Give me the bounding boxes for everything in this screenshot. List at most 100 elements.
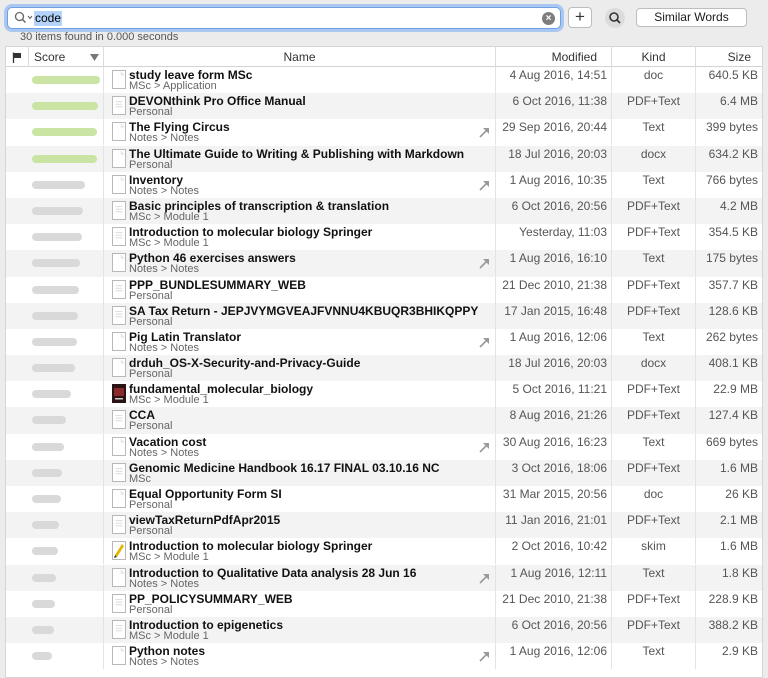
item-location: Personal: [129, 603, 173, 616]
column-header-score[interactable]: Score: [29, 47, 104, 67]
search-field[interactable]: code ×: [7, 7, 561, 29]
table-row[interactable]: drduh_OS-X-Security-and-Privacy-Guide Per…: [6, 355, 762, 382]
table-row[interactable]: Introduction to epigenetics MSc > Module …: [6, 616, 762, 644]
item-title[interactable]: The Ultimate Guide to Writing & Publishi…: [129, 147, 464, 161]
flag-cell[interactable]: [6, 303, 29, 329]
flag-cell[interactable]: [6, 643, 29, 669]
flag-cell[interactable]: [6, 172, 29, 198]
table-row[interactable]: PP_POLICYSUMMARY_WEB Personal 21 Dec 2010,…: [6, 590, 762, 617]
flag-cell[interactable]: [6, 565, 29, 591]
size-cell: 4.2 MB: [719, 198, 758, 213]
table-row[interactable]: viewTaxReturnPdfApr2015 Personal 11 Jan 20…: [6, 512, 762, 539]
name-cell[interactable]: Introduction to epigenetics MSc > Module …: [104, 616, 496, 643]
flag-cell[interactable]: [6, 224, 29, 250]
name-cell[interactable]: Introduction to molecular biology Spring…: [104, 538, 496, 565]
modified-cell: 1 Aug 2016, 10:35: [496, 171, 612, 198]
table-row[interactable]: Python notes Notes > Notes 1 Aug 2016, 12:…: [6, 643, 762, 670]
name-cell[interactable]: The Ultimate Guide to Writing & Publishi…: [104, 145, 496, 172]
score-cell: [29, 538, 104, 565]
flag-cell[interactable]: [6, 460, 29, 486]
table-row[interactable]: The Ultimate Guide to Writing & Publishi…: [6, 145, 762, 172]
flag-cell[interactable]: [6, 146, 29, 172]
kind-cell: PDF+Text: [612, 459, 696, 486]
table-row[interactable]: Introduction to molecular biology Spring…: [6, 538, 762, 565]
table-row[interactable]: Python 46 exercises answers Notes > Notes…: [6, 250, 762, 277]
table-row[interactable]: DEVONthink Pro Office Manual Personal 6 Oc…: [6, 93, 762, 120]
item-title[interactable]: Genomic Medicine Handbook 16.17 FINAL 03…: [129, 461, 440, 475]
table-row[interactable]: The Flying Circus Notes > Notes 29 Sep 201…: [6, 119, 762, 146]
column-header-kind[interactable]: Kind: [612, 47, 696, 67]
pdf-icon: [112, 96, 126, 116]
name-cell[interactable]: Pig Latin Translator Notes > Notes: [104, 328, 496, 355]
table-row[interactable]: PPP_BUNDLESUMMARY_WEB Personal 21 Dec 2010…: [6, 276, 762, 303]
size-cell: 1.6 MB: [719, 460, 758, 475]
name-cell[interactable]: Introduction to Qualitative Data analysi…: [104, 564, 496, 591]
search-icon[interactable]: [14, 11, 36, 25]
add-search-button[interactable]: +: [568, 7, 592, 28]
table-row[interactable]: fundamental_molecular_biology MSc > Modul…: [6, 381, 762, 408]
find-button[interactable]: [605, 8, 625, 28]
flag-cell[interactable]: [6, 119, 29, 145]
flag-cell[interactable]: [6, 250, 29, 276]
table-row[interactable]: Basic principles of transcription & tran…: [6, 197, 762, 225]
search-query-text[interactable]: code: [34, 11, 63, 26]
table-row[interactable]: Introduction to molecular biology Spring…: [6, 224, 762, 251]
flag-cell[interactable]: [6, 538, 29, 564]
column-header-size[interactable]: Size: [696, 47, 762, 67]
name-cell[interactable]: fundamental_molecular_biology MSc > Modul…: [104, 381, 496, 408]
flag-cell[interactable]: [6, 591, 29, 617]
flag-cell[interactable]: [6, 617, 29, 643]
name-cell[interactable]: Introduction to molecular biology Spring…: [104, 224, 496, 251]
name-cell[interactable]: PPP_BUNDLESUMMARY_WEB Personal: [104, 276, 496, 303]
name-cell[interactable]: CCA Personal: [104, 407, 496, 434]
name-cell[interactable]: The Flying Circus Notes > Notes: [104, 119, 496, 146]
score-cell: [29, 276, 104, 303]
column-header-modified[interactable]: Modified: [496, 47, 612, 67]
name-cell[interactable]: study leave form MSc MSc > Application: [104, 67, 496, 93]
flag-cell[interactable]: [6, 93, 29, 119]
table-row[interactable]: Introduction to Qualitative Data analysi…: [6, 564, 762, 591]
table-row[interactable]: CCA Personal 8 Aug 2016, 21:26 PDF+Text 127.…: [6, 407, 762, 434]
table-row[interactable]: Pig Latin Translator Notes > Notes 1 Aug 2…: [6, 328, 762, 355]
table-row[interactable]: Vacation cost Notes > Notes 30 Aug 2016, 1…: [6, 433, 762, 460]
name-cell[interactable]: Python notes Notes > Notes: [104, 643, 496, 670]
name-cell[interactable]: viewTaxReturnPdfApr2015 Personal: [104, 512, 496, 539]
score-bar: [32, 547, 58, 556]
table-row[interactable]: Equal Opportunity Form SI Personal 31 Mar …: [6, 486, 762, 512]
table-row[interactable]: Genomic Medicine Handbook 16.17 FINAL 03…: [6, 459, 762, 486]
name-cell[interactable]: Equal Opportunity Form SI Personal: [104, 486, 496, 512]
name-cell[interactable]: Inventory Notes > Notes: [104, 171, 496, 198]
name-cell[interactable]: Vacation cost Notes > Notes: [104, 433, 496, 460]
name-cell[interactable]: DEVONthink Pro Office Manual Personal: [104, 93, 496, 120]
size-cell: 2.9 KB: [721, 644, 758, 659]
flag-cell[interactable]: [6, 381, 29, 407]
table-row[interactable]: SA Tax Return - JEPJVYMGVEAJFVNNU4KBUQR3…: [6, 302, 762, 329]
name-cell[interactable]: Basic principles of transcription & tran…: [104, 197, 496, 224]
flag-cell[interactable]: [6, 407, 29, 433]
item-location: Notes > Notes: [129, 341, 200, 354]
flag-cell[interactable]: [6, 329, 29, 355]
clear-search-icon[interactable]: ×: [542, 12, 555, 25]
flag-cell[interactable]: [6, 486, 29, 512]
similar-words-button[interactable]: Similar Words: [636, 8, 747, 27]
name-cell[interactable]: SA Tax Return - JEPJVYMGVEAJFVNNU4KBUQR3…: [104, 302, 496, 329]
item-location: Notes > Notes: [129, 263, 200, 276]
flag-cell[interactable]: [6, 67, 29, 93]
name-cell[interactable]: drduh_OS-X-Security-and-Privacy-Guide Per…: [104, 355, 496, 382]
column-header-flag[interactable]: [6, 47, 29, 67]
score-cell: [29, 145, 104, 172]
name-cell[interactable]: Genomic Medicine Handbook 16.17 FINAL 03…: [104, 459, 496, 486]
flag-cell[interactable]: [6, 355, 29, 381]
item-title[interactable]: SA Tax Return - JEPJVYMGVEAJFVNNU4KBUQR3…: [129, 304, 478, 318]
flag-cell[interactable]: [6, 198, 29, 224]
table-row[interactable]: study leave form MSc MSc > Application 4 A…: [6, 67, 762, 93]
kind-cell: Text: [612, 643, 696, 670]
table-row[interactable]: Inventory Notes > Notes 1 Aug 2016, 10:35 T…: [6, 171, 762, 198]
flag-cell[interactable]: [6, 434, 29, 460]
column-header-name[interactable]: Name: [104, 47, 496, 67]
name-cell[interactable]: Python 46 exercises answers Notes > Notes: [104, 250, 496, 277]
flag-cell[interactable]: [6, 277, 29, 303]
name-cell[interactable]: PP_POLICYSUMMARY_WEB Personal: [104, 590, 496, 617]
flag-cell[interactable]: [6, 512, 29, 538]
score-cell: [29, 433, 104, 460]
